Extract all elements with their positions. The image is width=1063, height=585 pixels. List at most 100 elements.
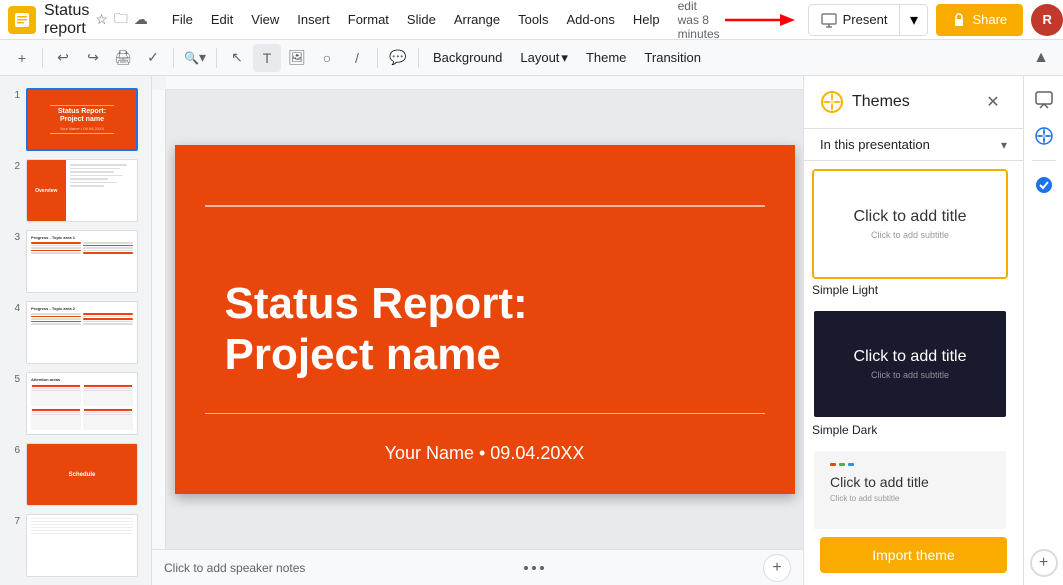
theme-dark-title-text: Click to add title [854, 348, 967, 366]
themes-dropdown[interactable]: In this presentation ▾ [804, 129, 1023, 161]
present-icon [821, 12, 837, 28]
slide-thumbnail-5[interactable]: 5 Attention areas [0, 368, 151, 439]
theme-streamline-title-text: Click to add title [830, 474, 990, 490]
select-tool[interactable]: ↖ [223, 44, 251, 72]
present-button-group: Present ▾ [808, 4, 929, 36]
slide-canvas[interactable]: Status Report: Project name Your Name • … [175, 145, 795, 494]
menu-slide[interactable]: Slide [399, 8, 444, 31]
menu-edit[interactable]: Edit [203, 8, 241, 31]
slide-num-7: 7 [8, 516, 20, 527]
sidebar-theme-icon[interactable] [1028, 120, 1060, 152]
text-tool[interactable]: T [253, 44, 281, 72]
slide-thumbnail-6[interactable]: 6 Schedule [0, 439, 151, 510]
theme-dark-sub-text: Click to add subtitle [871, 370, 949, 380]
toolbar-separator-3 [216, 48, 217, 68]
slide-thumbnail-3[interactable]: 3 Progress - Topic area 1 [0, 226, 151, 297]
toolbar-separator-2 [173, 48, 174, 68]
slide-img-4: Progress - Topic area 2 [26, 301, 138, 364]
print-button[interactable]: 🖨 [109, 44, 137, 72]
slide-thumbnail-7[interactable]: 7 [0, 510, 151, 581]
zoom-button[interactable]: 🔍▾ [180, 44, 210, 72]
image-tool[interactable]: 🖼 [283, 44, 311, 72]
lock-icon [952, 13, 966, 27]
themes-icon [820, 90, 844, 114]
layout-button[interactable]: Layout▾ [512, 44, 576, 72]
sidebar-check-icon[interactable] [1028, 169, 1060, 201]
cloud-icon[interactable]: ☁ [134, 11, 148, 28]
ruler-horizontal [166, 76, 803, 90]
undo-button[interactable]: ↩ [49, 44, 77, 72]
slide-thumbnail-2[interactable]: 2 Overview [0, 155, 151, 226]
theme-thumb-streamline: Click to add title Click to add subtitle [812, 449, 1008, 529]
comment-tool[interactable]: 💬 [384, 44, 412, 72]
star-icon[interactable]: ☆ [95, 11, 108, 28]
app-logo [8, 6, 36, 34]
redo-button[interactable]: ↪ [79, 44, 107, 72]
main-area: 1 Status Report:Project name Your Name •… [0, 76, 1063, 585]
slide-num-2: 2 [8, 161, 20, 172]
zoom-in-button[interactable]: + [763, 554, 791, 582]
menu-format[interactable]: Format [340, 8, 397, 31]
canvas-scroll[interactable]: Status Report: Project name Your Name • … [166, 90, 803, 549]
sidebar-comments-icon[interactable] [1028, 84, 1060, 116]
menu-help[interactable]: Help [625, 8, 668, 31]
speaker-notes-bar[interactable]: Click to add speaker notes + [152, 549, 803, 585]
theme-light-sub-text: Click to add subtitle [871, 230, 949, 240]
slide-img-5: Attention areas [26, 372, 138, 435]
slide-main-title[interactable]: Status Report: Project name [225, 279, 528, 380]
ruler-vertical [152, 90, 166, 549]
shape-tool[interactable]: ○ [313, 44, 341, 72]
theme-button[interactable]: Theme [578, 44, 634, 72]
menu-file[interactable]: File [164, 8, 201, 31]
menu-insert[interactable]: Insert [289, 8, 338, 31]
toolbar-separator-1 [42, 48, 43, 68]
theme-thumb-simple-light: Click to add title Click to add subtitle [812, 169, 1008, 279]
slide-subtitle-area[interactable]: Your Name • 09.04.20XX [385, 443, 585, 464]
slide-panel: 1 Status Report:Project name Your Name •… [0, 76, 152, 585]
menu-view[interactable]: View [243, 8, 287, 31]
theme-item-simple-dark[interactable]: Click to add title Click to add subtitle… [812, 309, 1015, 445]
sidebar-separator [1032, 160, 1056, 161]
menu-tools[interactable]: Tools [510, 8, 556, 31]
slide-main-content: Status Report: Project name [175, 145, 795, 494]
share-button[interactable]: Share [936, 4, 1023, 36]
slide-num-5: 5 [8, 374, 20, 385]
themes-dropdown-arrow-icon: ▾ [1001, 138, 1007, 152]
title-area: Status report ☆ 🗀 ☁ [44, 2, 148, 38]
themes-import-area: Import theme [804, 529, 1023, 585]
present-main-button[interactable]: Present [809, 5, 900, 35]
themes-header: Themes ✕ [804, 76, 1023, 129]
background-button[interactable]: Background [425, 44, 510, 72]
slide-num-3: 3 [8, 232, 20, 243]
menu-addons[interactable]: Add-ons [558, 8, 622, 31]
theme-item-simple-light[interactable]: Click to add title Click to add subtitle… [812, 169, 1015, 305]
slide-thumbnail-1[interactable]: 1 Status Report:Project name Your Name •… [0, 84, 151, 155]
themes-close-button[interactable]: ✕ [979, 88, 1007, 116]
slide-img-7 [26, 514, 138, 577]
spellcheck-button[interactable]: ✓ [139, 44, 167, 72]
import-theme-button[interactable]: Import theme [820, 537, 1007, 573]
themes-title: Themes [852, 93, 979, 111]
add-button[interactable]: + [8, 44, 36, 72]
user-avatar[interactable]: R [1031, 4, 1063, 36]
present-dropdown-button[interactable]: ▾ [899, 5, 927, 35]
canvas-area: Status Report: Project name Your Name • … [152, 76, 803, 585]
scroll-indicator [524, 566, 544, 570]
toolbar-separator-4 [377, 48, 378, 68]
slide-thumbnail-4[interactable]: 4 Progress - Topic area 2 [0, 297, 151, 368]
themes-panel: Themes ✕ In this presentation ▾ Click to… [803, 76, 1023, 585]
transition-button[interactable]: Transition [636, 44, 709, 72]
folder-icon[interactable]: 🗀 [114, 8, 128, 32]
theme-item-streamline[interactable]: Click to add title Click to add subtitle… [812, 449, 1015, 529]
slide-img-1: Status Report:Project name Your Name • 0… [26, 88, 138, 151]
sidebar-add-button[interactable]: + [1030, 549, 1058, 577]
right-sidebar: + [1023, 76, 1063, 585]
line-tool[interactable]: / [343, 44, 371, 72]
themes-dropdown-label: In this presentation [820, 137, 1001, 152]
theme-streamline-sub-text: Click to add subtitle [830, 494, 990, 503]
collapse-button[interactable]: ▲ [1027, 44, 1055, 72]
themes-list: Click to add title Click to add subtitle… [804, 161, 1023, 529]
doc-title: Status report [44, 2, 89, 38]
menu-arrange[interactable]: Arrange [446, 8, 508, 31]
canvas-body: Status Report: Project name Your Name • … [152, 90, 803, 549]
